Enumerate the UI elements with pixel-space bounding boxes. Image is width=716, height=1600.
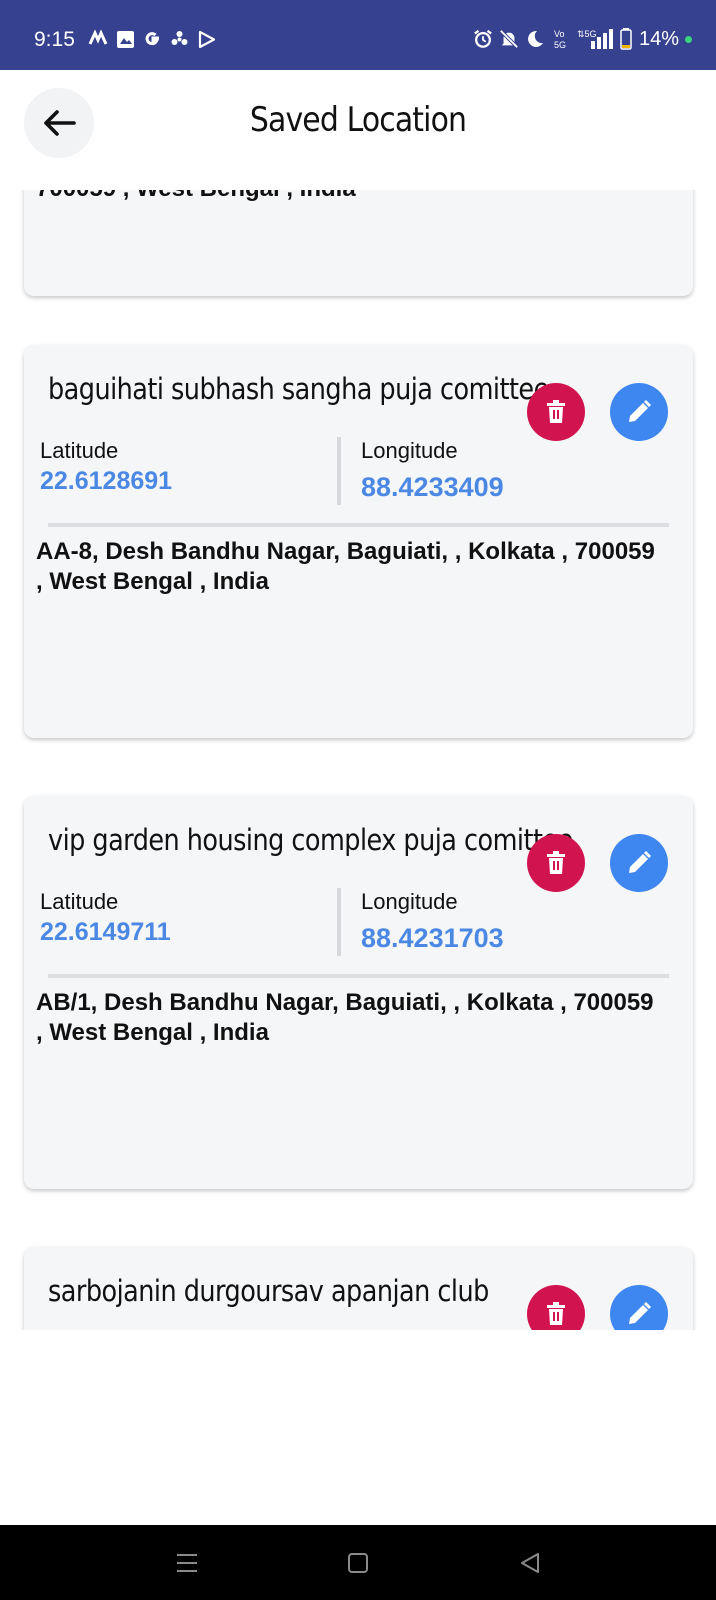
back-triangle-icon [521,1553,539,1573]
longitude-block: Longitude 88.4233409 [337,437,504,505]
location-card: baguihati subhash sangha puja comittee L… [24,345,693,738]
longitude-value: 88.4231703 [361,923,504,953]
card-title: baguihati subhash sangha puja comittee [48,372,549,406]
signal-icon: ⇅5G [577,28,613,50]
longitude-value: 88.4233409 [361,472,504,502]
delete-button[interactable] [527,834,585,892]
trash-icon [547,400,565,423]
latitude-block: Latitude 22.6128691 [40,437,172,497]
dnd-moon-icon [525,28,545,50]
card-title: vip garden housing complex puja comittee [48,823,573,857]
trash-icon [547,1302,565,1325]
latitude-value: 22.6149711 [40,918,171,946]
latitude-label: Latitude [40,438,119,463]
latitude-block: Latitude 22.6149711 [40,888,171,948]
google-icon [142,28,162,50]
fan-icon [169,28,189,50]
status-time: 9:15 [34,28,75,51]
edit-button[interactable] [610,834,668,892]
svg-text:5G: 5G [554,40,566,50]
edit-button[interactable] [610,1285,668,1330]
card-title: sarbojanin durgoursav apanjan club [48,1274,489,1308]
card-address: 700059 , West Bengal , India [36,190,656,204]
gallery-icon [115,28,135,50]
home-icon [348,1553,368,1573]
mute-icon [499,28,519,50]
recorder-icon [88,28,108,50]
saved-location-list[interactable]: 700059 , West Bengal , India baguihati s… [0,190,716,1330]
location-card: vip garden housing complex puja comittee… [24,796,693,1189]
card-address: AB/1, Desh Bandhu Nagar, Baguiati, , Kol… [36,989,654,1046]
pencil-icon [629,850,652,873]
longitude-block: Longitude 88.4231703 [337,888,504,956]
system-icons: Vo 5G ⇅5G 14% [473,27,692,51]
battery-icon [619,28,633,50]
recents-icon [177,1554,197,1572]
svg-text:Vo: Vo [554,29,565,39]
pencil-icon [629,399,652,422]
page-title: Saved Location [249,100,467,140]
status-bar: 9:15 Vo 5G ⇅5G 14% [0,0,716,70]
edit-button[interactable] [610,383,668,441]
notification-icons [88,28,216,50]
longitude-label: Longitude [361,889,458,914]
svg-text:⇅5G: ⇅5G [577,29,597,39]
back-nav-button[interactable] [512,1545,548,1581]
system-nav-bar [0,1525,716,1600]
card-divider [48,974,669,978]
volte-icon: Vo 5G [551,28,571,50]
privacy-indicator-dot [685,35,692,43]
play-store-icon [196,28,216,50]
card-divider [48,523,669,527]
latitude-value: 22.6128691 [40,467,173,495]
latitude-label: Latitude [40,889,119,914]
delete-button[interactable] [527,1285,585,1330]
card-address: AA-8, Desh Bandhu Nagar, Baguiati, , Kol… [36,538,655,595]
home-button[interactable] [340,1545,376,1581]
battery-percent: 14% [638,28,679,50]
location-card: sarbojanin durgoursav apanjan club [24,1247,693,1330]
trash-icon [547,851,565,874]
longitude-label: Longitude [361,438,458,463]
app-header: Saved Location [0,70,716,190]
location-card: 700059 , West Bengal , India [24,190,693,296]
delete-button[interactable] [527,383,585,441]
alarm-icon [473,28,493,50]
pencil-icon [629,1301,652,1324]
recents-button[interactable] [169,1545,205,1581]
